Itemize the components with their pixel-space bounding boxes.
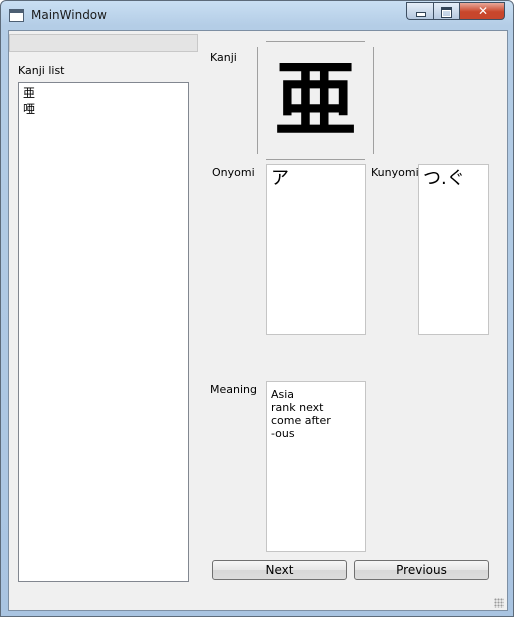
kanji-display: 亜 xyxy=(257,41,374,160)
size-grip-icon[interactable] xyxy=(494,598,504,608)
meaning-label: Meaning xyxy=(210,383,257,396)
search-input[interactable] xyxy=(9,34,198,52)
main-window: MainWindow ✕ Kanji list 亜 唖 Kanji 亜 Onyo… xyxy=(0,0,514,617)
maximize-button[interactable] xyxy=(433,2,459,20)
kanji-list-label: Kanji list xyxy=(18,64,65,77)
meaning-field[interactable]: Asia rank next come after -ous xyxy=(266,381,366,552)
title-bar[interactable]: MainWindow ✕ xyxy=(1,1,513,29)
kanji-glyph: 亜 xyxy=(274,53,357,148)
minimize-icon xyxy=(416,12,426,17)
kanji-label: Kanji xyxy=(210,51,237,64)
maximize-icon xyxy=(441,7,452,18)
next-button[interactable]: Next xyxy=(212,560,347,580)
kanji-list[interactable]: 亜 唖 xyxy=(18,82,189,582)
client-area: Kanji list 亜 唖 Kanji 亜 Onyomi ア Kunyomi … xyxy=(8,30,508,611)
close-icon: ✕ xyxy=(477,4,489,18)
window-icon xyxy=(9,9,24,22)
previous-button[interactable]: Previous xyxy=(354,560,489,580)
close-button[interactable]: ✕ xyxy=(459,2,505,20)
list-item[interactable]: 唖 xyxy=(23,102,35,117)
onyomi-field[interactable]: ア xyxy=(266,164,366,335)
list-item[interactable]: 亜 xyxy=(23,86,35,101)
kunyomi-field[interactable]: つ.ぐ xyxy=(418,164,489,335)
onyomi-label: Onyomi xyxy=(212,166,255,179)
minimize-button[interactable] xyxy=(406,2,433,20)
kunyomi-label: Kunyomi xyxy=(371,166,419,179)
window-title: MainWindow xyxy=(31,8,107,22)
